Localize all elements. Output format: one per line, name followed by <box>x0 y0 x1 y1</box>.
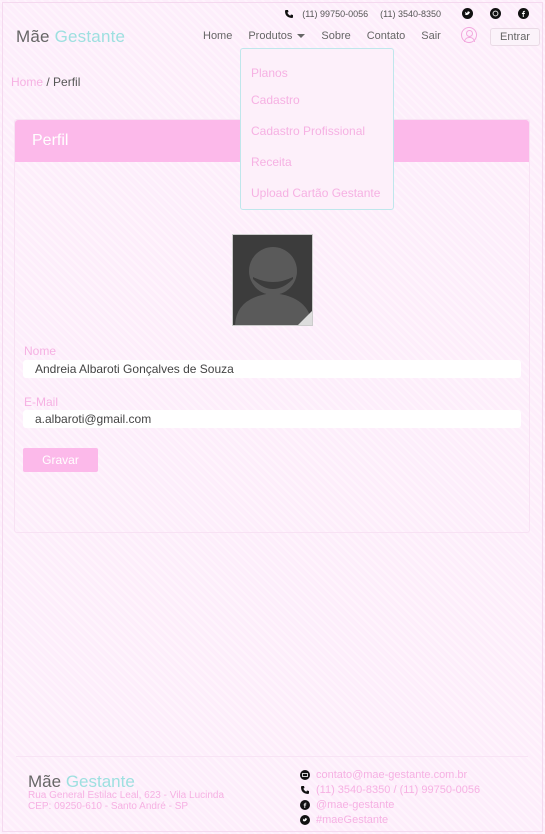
footer-facebook-row: @mae-gestante <box>300 797 480 812</box>
email-field[interactable]: a.albaroti@gmail.com <box>23 410 521 428</box>
footer-phone-row: (11) 3540-8350 / (11) 99750-0056 <box>300 782 480 797</box>
menu-item-receita[interactable]: Receita <box>241 155 292 169</box>
nav-contact[interactable]: Contato <box>367 30 406 42</box>
breadcrumb-home[interactable]: Home <box>11 75 43 89</box>
nav-home[interactable]: Home <box>203 30 232 42</box>
whatsapp-icon[interactable] <box>490 8 501 19</box>
menu-item-planos[interactable]: Planos <box>241 66 288 80</box>
menu-item-upload-cartao[interactable]: Upload Cartão Gestante <box>241 186 380 200</box>
address-line-2: CEP: 09250-610 - Santo André - SP <box>28 801 189 812</box>
main-nav: Home Produtos Sobre Contato Sair <box>203 30 457 42</box>
brand-part2: Gestante <box>54 27 126 46</box>
breadcrumb-current: Perfil <box>53 75 81 89</box>
phone-landline: (11) 3540-8350 <box>380 8 441 19</box>
default-avatar-icon <box>233 235 312 325</box>
footer-brand: Mãe Gestante <box>28 772 135 792</box>
footer-phones: (11) 3540-8350 / (11) 99750-0056 <box>316 783 481 796</box>
facebook-icon <box>300 799 310 810</box>
nav-logout[interactable]: Sair <box>421 30 441 42</box>
footer-email[interactable]: contato@mae-gestante.com.br <box>316 769 467 781</box>
phone-info: (11) 99750-0056 <box>284 9 368 19</box>
menu-item-cadastro[interactable]: Cadastro <box>241 93 300 107</box>
brand-part1: Mãe <box>16 27 50 46</box>
contact-bar: (11) 99750-0056 (11) 3540-8350 <box>284 8 529 19</box>
avatar[interactable] <box>232 234 313 326</box>
nav-about[interactable]: Sobre <box>321 30 350 42</box>
email-label: E-Mail <box>24 395 59 409</box>
footer-facebook[interactable]: @mae-gestante <box>316 799 394 811</box>
breadcrumb: Home / Perfil <box>11 75 80 89</box>
footer-twitter-row: #maeGestante <box>300 812 480 827</box>
phone-icon <box>285 9 294 18</box>
breadcrumb-separator: / <box>46 75 50 89</box>
footer-twitter[interactable]: #maeGestante <box>316 814 388 826</box>
user-icon[interactable] <box>461 27 477 43</box>
social-links <box>445 8 529 19</box>
twitter-icon[interactable] <box>462 8 473 19</box>
brand-logo[interactable]: Mãe Gestante <box>16 27 125 47</box>
save-button[interactable]: Gravar <box>23 448 98 472</box>
nav-products[interactable]: Produtos <box>248 30 306 42</box>
products-dropdown: Planos Cadastro Cadastro Profissional Re… <box>240 48 394 210</box>
nav-products-label: Produtos <box>248 30 293 42</box>
footer-contact: contato@mae-gestante.com.br (11) 3540-83… <box>300 767 480 827</box>
footer-brand-part2: Gestante <box>65 772 135 791</box>
login-button[interactable]: Entrar <box>490 28 540 46</box>
name-label: Nome <box>24 344 57 358</box>
phone-mobile: (11) 99750-0056 <box>302 8 369 19</box>
name-field[interactable]: Andreia Albaroti Gonçalves de Souza <box>23 360 521 378</box>
twitter-icon <box>300 814 310 825</box>
footer-email-row: contato@mae-gestante.com.br <box>300 767 480 782</box>
facebook-icon[interactable] <box>518 8 529 19</box>
email-icon <box>300 769 310 780</box>
phone-icon <box>301 785 309 794</box>
footer-brand-part1: Mãe <box>28 772 62 791</box>
footer-address: Rua General Estilac Leal, 623 - Vila Luc… <box>28 790 224 812</box>
footer: Mãe Gestante Rua General Estilac Leal, 6… <box>16 756 528 826</box>
caret-down-icon <box>297 34 306 39</box>
menu-item-cadastro-profissional[interactable]: Cadastro Profissional <box>241 124 365 138</box>
address-line-1: Rua General Estilac Leal, 623 - Vila Luc… <box>28 790 225 801</box>
